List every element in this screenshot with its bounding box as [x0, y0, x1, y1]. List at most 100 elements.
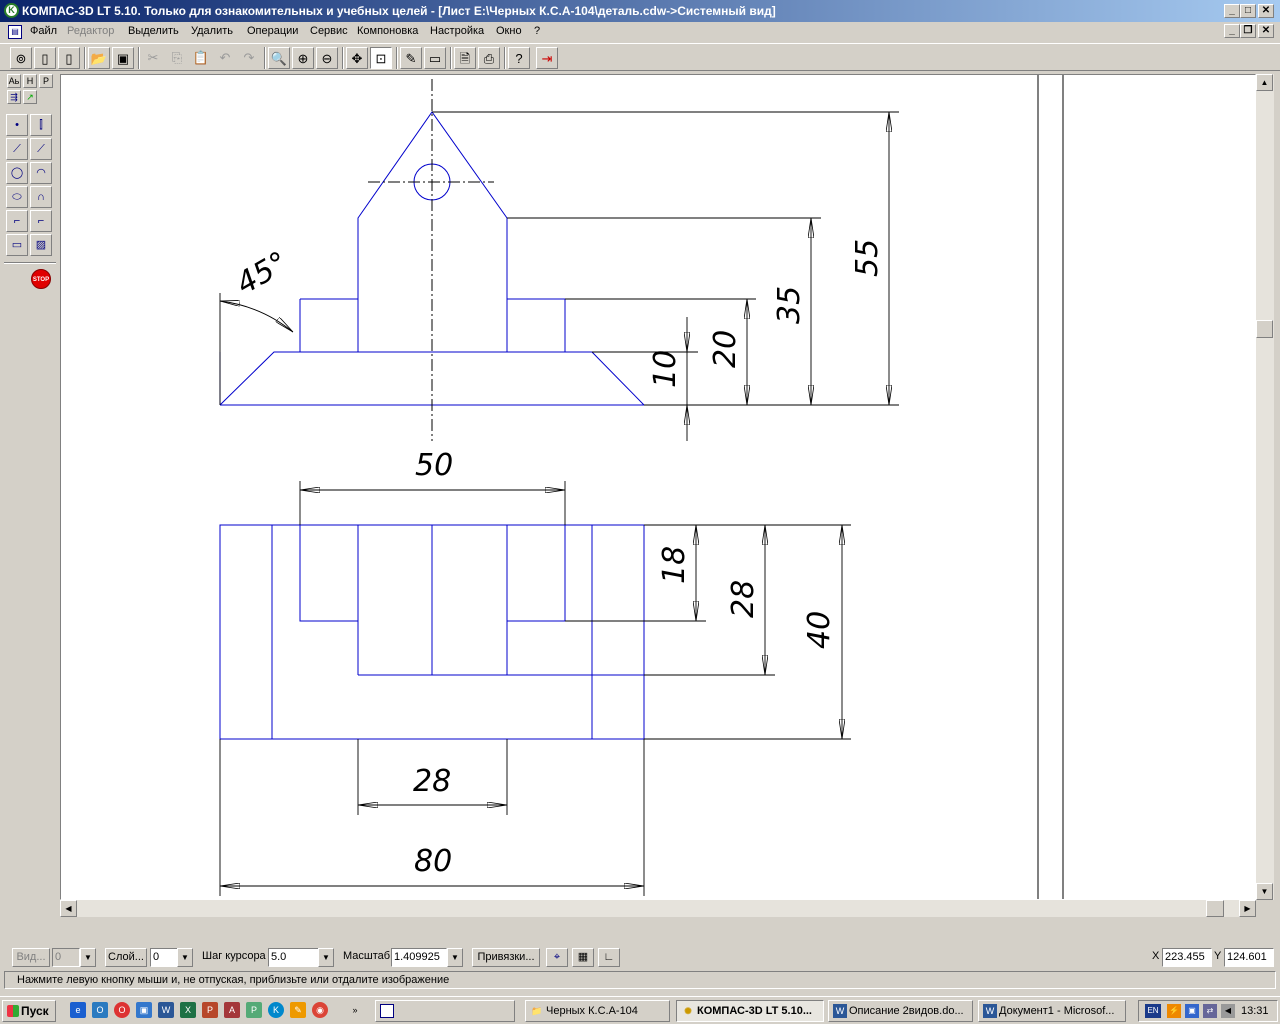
ie-icon[interactable]: e	[70, 1002, 86, 1018]
layer-dropdown-icon[interactable]: ▼	[177, 948, 193, 967]
task-blank[interactable]	[375, 1000, 515, 1022]
doc-close-button[interactable]: ✕	[1258, 24, 1274, 38]
edit-quicklaunch-icon[interactable]: ✎	[290, 1002, 306, 1018]
hatch-icon[interactable]: ▨	[30, 234, 52, 256]
volume-icon[interactable]: ◀	[1221, 1004, 1235, 1018]
network-icon[interactable]: ⇄	[1203, 1004, 1217, 1018]
excel-quicklaunch-icon[interactable]: X	[180, 1002, 196, 1018]
vertical-scrollbar[interactable]: ▲ ▼	[1256, 74, 1274, 900]
outlook-icon[interactable]: O	[92, 1002, 108, 1018]
menu-service[interactable]: Сервис	[310, 25, 348, 37]
doc-restore-button[interactable]: ❐	[1240, 24, 1256, 38]
access-quicklaunch-icon[interactable]: A	[224, 1002, 240, 1018]
frame-icon[interactable]: ▭	[424, 47, 446, 69]
copy-icon[interactable]: ⎘	[166, 47, 188, 69]
text-tool-button[interactable]: Аь	[7, 74, 21, 88]
pan-icon[interactable]: ✥	[346, 47, 368, 69]
print-icon[interactable]: ⎙	[478, 47, 500, 69]
menu-editor[interactable]: Редактор	[67, 25, 114, 37]
redo-icon[interactable]: ↷	[238, 47, 260, 69]
task-kompas[interactable]: ✺ КОМПАС-3D LT 5.10...	[676, 1000, 824, 1022]
horizontal-scrollbar[interactable]: ◀ ▶	[60, 900, 1256, 917]
undo-icon[interactable]: ↶	[214, 47, 236, 69]
menu-operations[interactable]: Операции	[247, 25, 298, 37]
arc-icon[interactable]: ◠	[30, 162, 52, 184]
doc-minimize-button[interactable]: _	[1224, 24, 1240, 38]
fillet-icon[interactable]: ⌐	[6, 210, 28, 232]
save-icon[interactable]: ▣	[112, 47, 134, 69]
menu-file[interactable]: Файл	[30, 25, 57, 37]
maximize-button[interactable]: □	[1240, 4, 1256, 18]
scroll-left-icon[interactable]: ◀	[60, 900, 77, 917]
task-word-description[interactable]: W Описание 2видов.do...	[828, 1000, 973, 1022]
language-indicator[interactable]: EN	[1145, 1004, 1161, 1018]
scroll-right-icon[interactable]: ▶	[1239, 900, 1256, 917]
grid-icon[interactable]: ▦	[572, 948, 594, 967]
close-button[interactable]: ✕	[1258, 4, 1274, 18]
dimension-tool-button[interactable]: H	[23, 74, 37, 88]
opera-icon[interactable]: O	[114, 1002, 130, 1018]
kompas-quicklaunch-icon[interactable]: K	[268, 1002, 284, 1018]
task-folder[interactable]: 📁 Черных К.С.А-104	[525, 1000, 670, 1022]
param-tool-button[interactable]: P	[39, 74, 53, 88]
scroll-up-icon[interactable]: ▲	[1256, 74, 1273, 91]
cut-icon[interactable]: ✂	[142, 47, 164, 69]
kompas-app-icon[interactable]: K	[4, 3, 19, 18]
menu-help[interactable]: ?	[534, 25, 540, 37]
start-button[interactable]: Пуск	[2, 1000, 56, 1022]
tray-app-icon[interactable]: ⚡	[1167, 1004, 1181, 1018]
menu-delete[interactable]: Удалить	[191, 25, 233, 37]
menu-select[interactable]: Выделить	[128, 25, 179, 37]
polyline-icon[interactable]: ⟋	[30, 138, 52, 160]
auxiliary-line-icon[interactable]: ⫿	[30, 114, 52, 136]
chrome-icon[interactable]: ◉	[312, 1002, 328, 1018]
snap-settings-icon[interactable]: ⌖	[546, 948, 568, 967]
ortho-icon[interactable]: ∟	[598, 948, 620, 967]
bezier-icon[interactable]: ∩	[30, 186, 52, 208]
chamfer-icon[interactable]: ⌐	[30, 210, 52, 232]
library-icon[interactable]: ⊚	[10, 47, 32, 69]
menu-layout[interactable]: Компоновка	[357, 25, 418, 37]
scale-dropdown-icon[interactable]: ▼	[447, 948, 463, 967]
task-word-document[interactable]: W Документ1 - Microsof...	[978, 1000, 1126, 1022]
publisher-quicklaunch-icon[interactable]: P	[246, 1002, 262, 1018]
view-dropdown-icon[interactable]: ▼	[80, 948, 96, 967]
scale-field[interactable]: 1.409925	[391, 948, 447, 967]
drawing-canvas[interactable]: 55 35 20 10 45° 50 18 28 40 28 80	[60, 74, 1256, 900]
segment-icon[interactable]: ⟋	[6, 138, 28, 160]
rectangle-icon[interactable]: ▭	[6, 234, 28, 256]
new-sheet-icon[interactable]: ▯	[34, 47, 56, 69]
view-button[interactable]: Вид...	[12, 948, 50, 967]
layer-field[interactable]: 0	[150, 948, 178, 967]
desktop-icon[interactable]: ▣	[136, 1002, 152, 1018]
zoom-out-icon[interactable]: ⊖	[316, 47, 338, 69]
print-preview-icon[interactable]: 🗎	[454, 47, 476, 69]
exit-icon[interactable]: ⇥	[536, 47, 558, 69]
zoom-all-icon[interactable]: ⊡	[370, 47, 392, 69]
view-field[interactable]: 0	[52, 948, 80, 967]
step-dropdown-icon[interactable]: ▼	[318, 948, 334, 967]
document-icon[interactable]: ▤	[8, 25, 22, 39]
zoom-in-icon[interactable]: ⊕	[292, 47, 314, 69]
powerpoint-quicklaunch-icon[interactable]: P	[202, 1002, 218, 1018]
open-icon[interactable]: 📂	[88, 47, 110, 69]
horizontal-scroll-thumb[interactable]	[1206, 900, 1224, 917]
circle-icon[interactable]: ◯	[6, 162, 28, 184]
menu-window[interactable]: Окно	[496, 25, 522, 37]
quicklaunch-more-icon[interactable]: »	[350, 1002, 360, 1018]
stop-icon[interactable]: STOP	[31, 269, 51, 289]
scroll-down-icon[interactable]: ▼	[1256, 883, 1273, 900]
select-icon[interactable]: ↗	[23, 90, 37, 104]
new-fragment-icon[interactable]: ▯	[58, 47, 80, 69]
snaps-button[interactable]: Привязки...	[472, 948, 540, 967]
ellipse-icon[interactable]: ⬭	[6, 186, 28, 208]
minimize-button[interactable]: _	[1224, 4, 1240, 18]
paste-icon[interactable]: 📋	[190, 47, 212, 69]
measure-icon[interactable]: ⇶	[7, 90, 21, 104]
menu-settings[interactable]: Настройка	[430, 25, 484, 37]
word-quicklaunch-icon[interactable]: W	[158, 1002, 174, 1018]
help-icon[interactable]: ?	[508, 47, 530, 69]
edit-icon[interactable]: ✎	[400, 47, 422, 69]
vertical-scroll-thumb[interactable]	[1256, 320, 1273, 338]
layer-button[interactable]: Слой...	[105, 948, 147, 967]
